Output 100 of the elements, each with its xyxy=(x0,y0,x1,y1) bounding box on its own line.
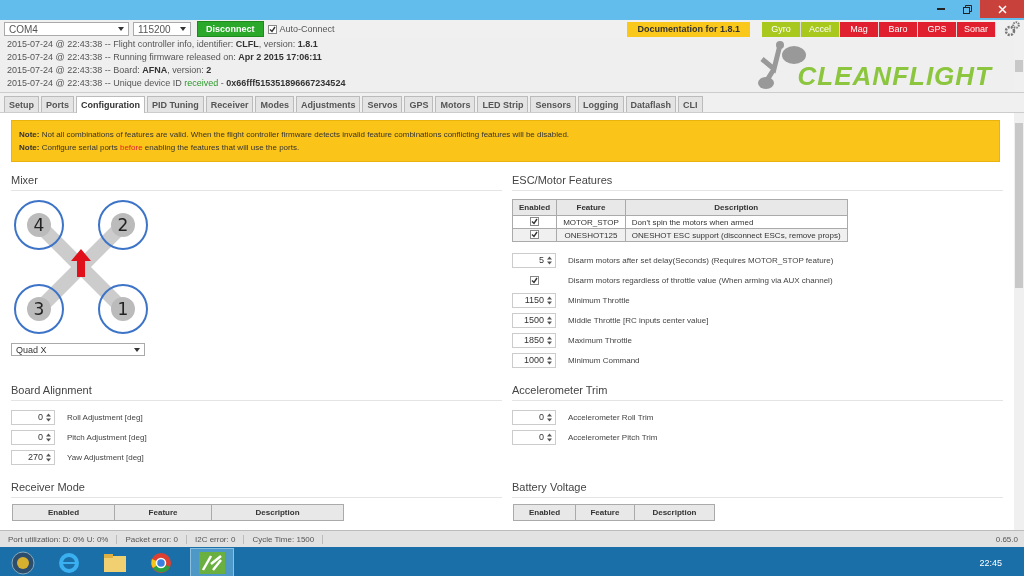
checkbox[interactable] xyxy=(530,230,540,239)
tab[interactable]: Modes xyxy=(255,96,294,112)
status-item: Port utilization: D: 0% U: 0% xyxy=(0,534,118,544)
status-item: I2C error: 0 xyxy=(186,534,245,544)
tab[interactable]: Logging xyxy=(578,96,624,112)
setting-label: Middle Throttle [RC inputs center value] xyxy=(568,315,709,325)
spinner-icon[interactable] xyxy=(547,315,552,325)
number-field[interactable]: 0 xyxy=(11,409,55,425)
setting-label: Disarm motors regardless of throttle value (When arming via AUX channel) xyxy=(568,275,833,285)
column-header: Feature xyxy=(114,504,212,521)
spinner-icon[interactable] xyxy=(46,412,51,422)
tab[interactable]: Dataflash xyxy=(625,96,677,112)
column-header: Enabled xyxy=(12,504,115,521)
column-header: Description xyxy=(211,504,344,521)
auto-connect-label: Auto-Connect xyxy=(279,24,335,34)
note-text: Note: Configure serial ports before enabling the features that will use the ports. xyxy=(19,142,301,154)
checkbox[interactable] xyxy=(530,217,540,226)
sensor-indicator: Baro xyxy=(879,21,918,37)
tab[interactable]: GPS xyxy=(404,96,434,112)
tab[interactable]: CLI xyxy=(678,96,703,112)
number-field[interactable]: 0 xyxy=(11,429,55,445)
mixer-select[interactable]: Quad X xyxy=(11,343,145,356)
number-field[interactable]: 0 xyxy=(512,409,556,425)
caret-icon xyxy=(180,27,186,31)
number-field[interactable]: 1000 xyxy=(512,352,556,368)
close-button[interactable] xyxy=(980,0,1024,18)
settings-icon[interactable] xyxy=(1004,21,1020,37)
number-field[interactable]: 0 xyxy=(512,429,556,445)
log-line: 2015-07-24 @ 22:43:38 -- Flight controller info, identifier: CLFL, version: 1.8.1 xyxy=(7,38,319,51)
close-icon xyxy=(997,4,1007,14)
column-header: Enabled xyxy=(513,504,576,521)
app-icon[interactable] xyxy=(190,547,234,576)
log-line: 2015-07-24 @ 22:43:38 -- Board: AFNA, version: 2 xyxy=(7,64,213,77)
tab[interactable]: Configuration xyxy=(76,96,146,113)
field-label: Accelerometer Roll Trim xyxy=(568,412,654,422)
baud-select[interactable]: 115200 xyxy=(133,22,191,36)
log-line: 2015-07-24 @ 22:43:38 -- Running firmware released on: Apr 2 2015 17:06:11 xyxy=(7,51,323,64)
tab[interactable]: Motors xyxy=(435,96,476,112)
section-title: Board Alignment xyxy=(11,380,502,401)
spinner-icon[interactable] xyxy=(547,432,552,442)
number-field[interactable]: 1850 xyxy=(512,332,556,348)
field-label: Roll Adjustment [deg] xyxy=(67,412,143,422)
sensor-indicator: Sonar xyxy=(957,21,996,37)
tab[interactable]: PID Tuning xyxy=(147,96,204,112)
tab[interactable]: Ports xyxy=(41,96,75,112)
tab[interactable]: Receiver xyxy=(205,96,254,112)
documentation-button[interactable]: Documentation for 1.8.1 xyxy=(627,21,750,37)
checkbox[interactable] xyxy=(529,275,539,285)
setting-label: Maximum Throttle xyxy=(568,335,632,345)
version-text: 0.65.0 xyxy=(995,534,1019,544)
log-line: 2015-07-24 @ 22:43:38 -- Unique device ID received - 0x66fff515351896667234524 xyxy=(7,77,347,90)
sensor-indicator: GPS xyxy=(918,21,957,37)
tab[interactable]: LED Strip xyxy=(477,96,529,112)
section-title: Accelerometer Trim xyxy=(512,380,1003,401)
column-header: Enabled xyxy=(512,199,557,216)
caret-icon xyxy=(134,347,140,352)
restore-icon[interactable] xyxy=(962,4,972,14)
checkbox[interactable] xyxy=(267,24,277,34)
number-field[interactable]: 270 xyxy=(11,449,55,465)
clock-text: 22:45 xyxy=(979,557,1003,568)
sensor-indicator: Accel xyxy=(801,21,840,37)
setting-label: Minimum Throttle xyxy=(568,295,630,305)
field-label: Yaw Adjustment [deg] xyxy=(67,452,144,462)
logo-text: CLEANFLIGHT xyxy=(797,60,992,92)
number-field[interactable]: 5 xyxy=(512,252,556,268)
spinner-icon[interactable] xyxy=(547,255,552,265)
tab[interactable]: Sensors xyxy=(530,96,576,112)
number-field[interactable]: 1150 xyxy=(512,292,556,308)
setting-label: Disarm motors after set delay(Seconds) (Requires MOTOR_STOP feature) xyxy=(568,255,834,265)
tab[interactable]: Servos xyxy=(362,96,403,112)
section-title: ESC/Motor Features xyxy=(512,170,1003,191)
status-item: Cycle Time: 1500 xyxy=(244,534,324,544)
section-title: Mixer xyxy=(11,170,502,191)
column-header: Description xyxy=(634,504,715,521)
column-header: Description xyxy=(625,199,848,216)
spinner-icon[interactable] xyxy=(46,452,51,462)
tab[interactable]: Setup xyxy=(4,96,39,112)
scrollbar[interactable] xyxy=(1014,113,1024,530)
sensor-indicator: Gyro xyxy=(762,21,801,37)
number-field[interactable]: 1500 xyxy=(512,312,556,328)
quad-x-drawing: 4 2 3 1 xyxy=(11,197,151,337)
spinner-icon[interactable] xyxy=(547,412,552,422)
port-select[interactable]: COM4 xyxy=(4,22,129,36)
spinner-icon[interactable] xyxy=(46,432,51,442)
note-text: Note: Not all combinations of features are valid. When the flight controller firmware detects invalid feature combinations conflicting features will be disabled. xyxy=(19,129,571,141)
setting-label: Minimum Command xyxy=(568,355,640,365)
caret-icon xyxy=(118,27,124,31)
spinner-icon[interactable] xyxy=(547,295,552,305)
spinner-icon[interactable] xyxy=(547,355,552,365)
feature-cell: MOTOR_STOP xyxy=(556,215,626,229)
sensor-indicator: Mag xyxy=(840,21,879,37)
field-label: Accelerometer Pitch Trim xyxy=(568,432,658,442)
tab[interactable]: Adjustments xyxy=(295,96,361,112)
spinner-icon[interactable] xyxy=(547,335,552,345)
section-title: Receiver Mode xyxy=(11,477,502,498)
description-cell: Don't spin the motors when armed xyxy=(625,215,848,229)
field-label: Pitch Adjustment [deg] xyxy=(67,432,147,442)
column-header: Feature xyxy=(556,199,626,216)
section-title: Battery Voltage xyxy=(512,477,1003,498)
status-item: Packet error: 0 xyxy=(117,534,187,544)
